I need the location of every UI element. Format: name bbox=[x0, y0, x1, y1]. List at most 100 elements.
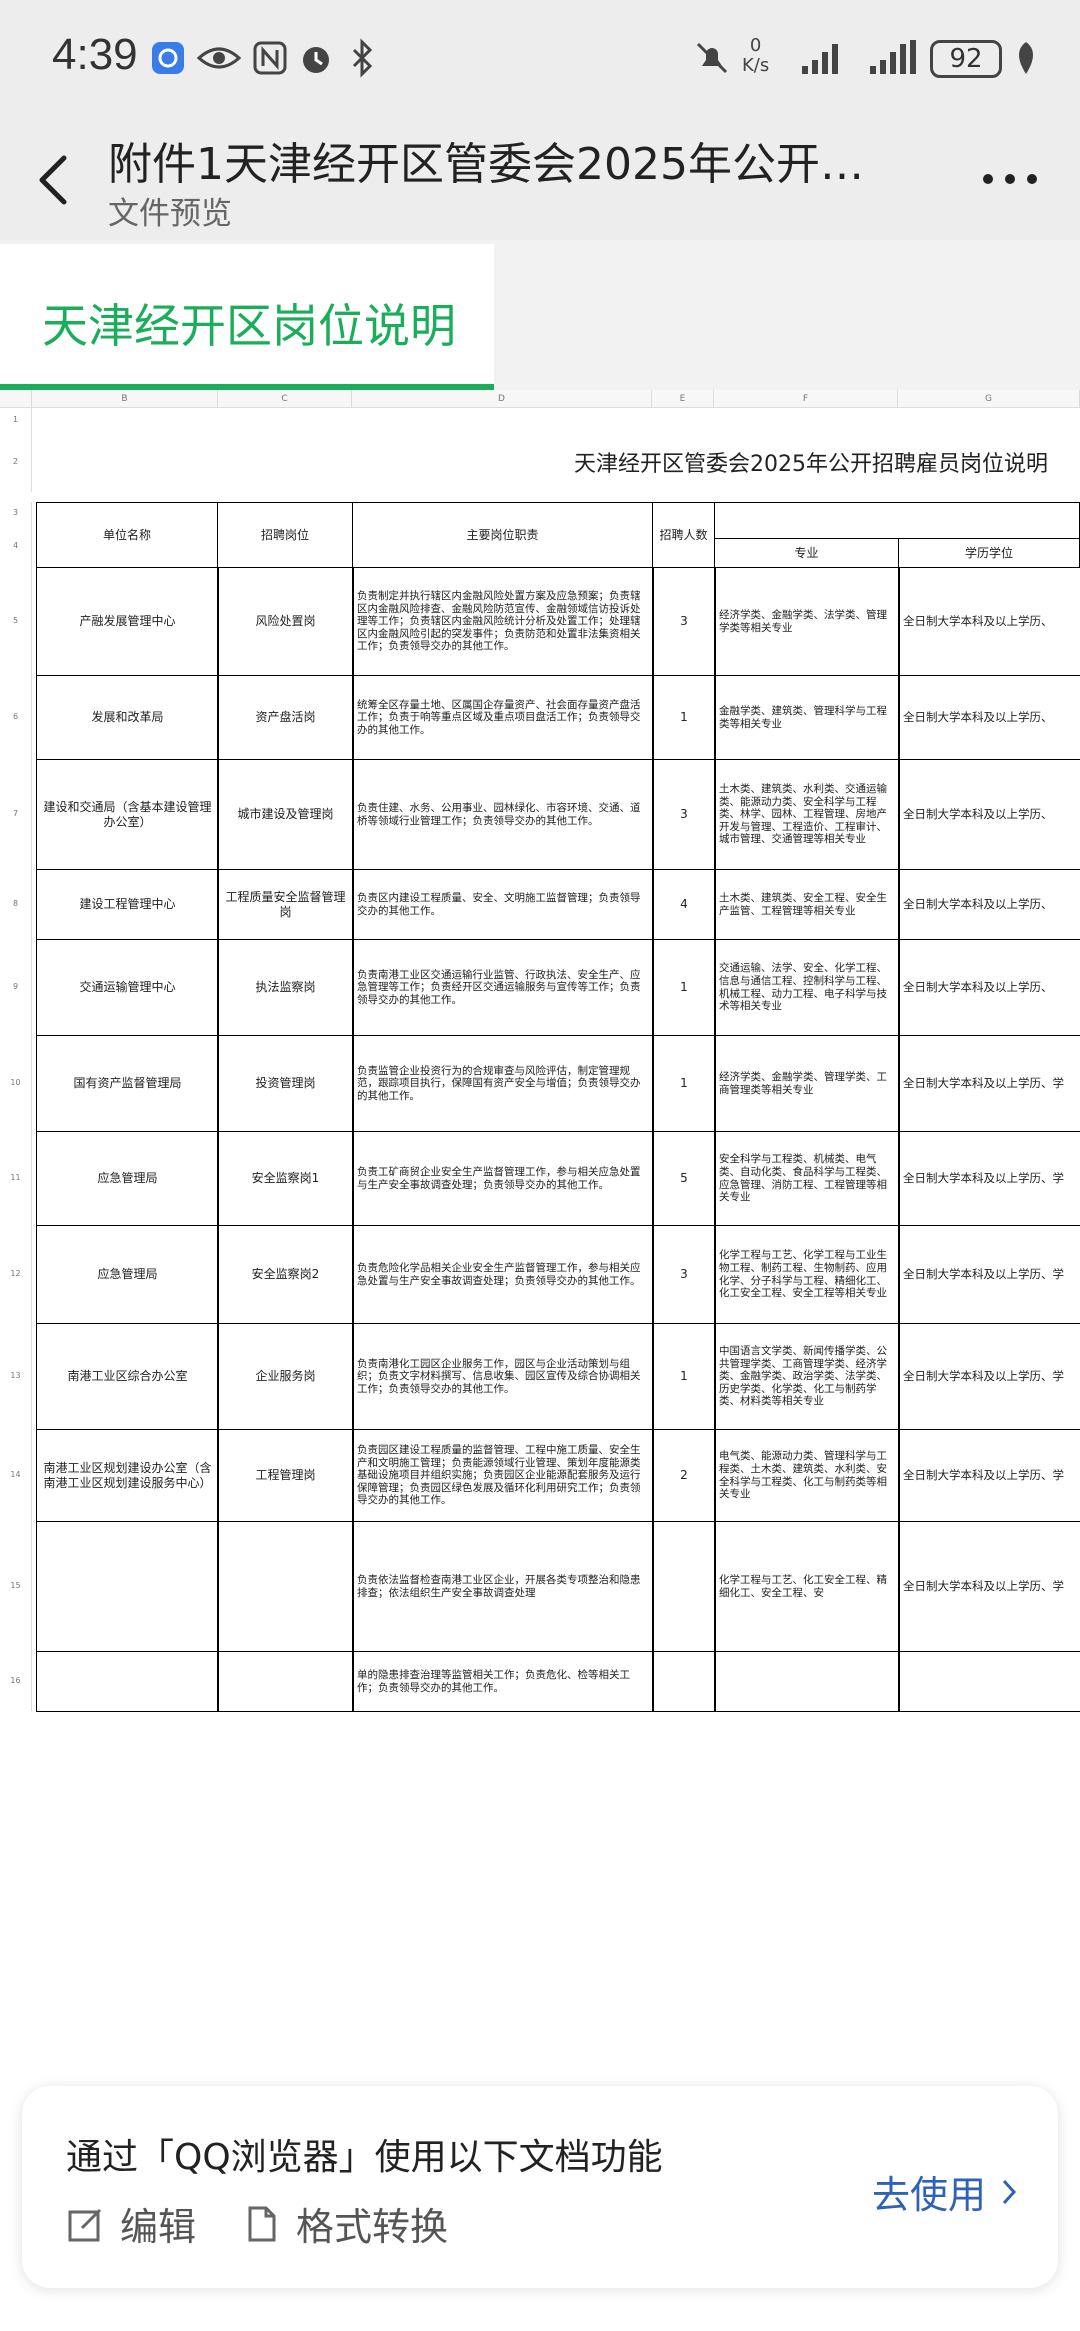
cell-unit[interactable]: 产融发展管理中心 bbox=[36, 567, 219, 676]
more-options-icon[interactable] bbox=[980, 172, 1040, 186]
cell-count[interactable] bbox=[652, 1521, 716, 1652]
alarm-icon bbox=[303, 47, 329, 73]
cell-duties[interactable]: 负责南港工业区交通运输行业监管、行政执法、安全生产、应急管理等工作；负责经开区交… bbox=[352, 939, 654, 1036]
header-unit: 单位名称 bbox=[36, 502, 218, 568]
col-header-g: G bbox=[898, 390, 1080, 408]
cell-count[interactable]: 2 bbox=[652, 1429, 716, 1522]
cell-duties[interactable]: 负责危险化学品相关企业安全生产监督管理工作，参与相关应急处置与生产安全事故调查处… bbox=[352, 1225, 654, 1324]
cell-major[interactable]: 经济学类、金融学类、管理学类、工商管理类等相关专业 bbox=[714, 1035, 900, 1132]
cell-major[interactable]: 中国语言文学类、新闻传播学类、公共管理学类、工商管理学类、经济学类、金融学类、政… bbox=[714, 1323, 900, 1430]
cell-position[interactable] bbox=[217, 1651, 354, 1712]
cell-degree[interactable]: 全日制大学本科及以上学历、 bbox=[898, 675, 1080, 760]
row-number: 11 bbox=[0, 1131, 32, 1225]
cell-count[interactable]: 1 bbox=[652, 675, 716, 760]
cell-position[interactable]: 城市建设及管理岗 bbox=[217, 759, 354, 870]
col-header-d: D bbox=[352, 390, 652, 408]
cell-duties[interactable]: 负责南港化工园区企业服务工作，园区与企业活动策划与组织；负责文字材料撰写、信息收… bbox=[352, 1323, 654, 1430]
cell-count[interactable]: 5 bbox=[652, 1131, 716, 1226]
header-qualification-group bbox=[714, 502, 1080, 542]
cell-position[interactable]: 投资管理岗 bbox=[217, 1035, 354, 1132]
cell-count[interactable]: 1 bbox=[652, 1323, 716, 1430]
cell-degree[interactable]: 全日制大学本科及以上学历、 bbox=[898, 567, 1080, 676]
header-degree: 学历学位 bbox=[898, 538, 1080, 568]
cell-major[interactable] bbox=[714, 1651, 900, 1712]
cell-major[interactable]: 土木类、建筑类、水利类、交通运输类、能源动力类、安全科学与工程类、林学、园林、工… bbox=[714, 759, 900, 870]
cell-degree[interactable]: 全日制大学本科及以上学历、 bbox=[898, 939, 1080, 1036]
tab-sheet-label: 天津经开区岗位说明 bbox=[42, 299, 456, 353]
edit-button[interactable]: 编辑 bbox=[66, 2196, 196, 2251]
cell-duties[interactable]: 负责区内建设工程质量、安全、文明施工监督管理；负责领导交办的其他工作。 bbox=[352, 869, 654, 940]
cell-degree[interactable]: 全日制大学本科及以上学历、学 bbox=[898, 1323, 1080, 1430]
battery-indicator: 92 bbox=[930, 40, 1002, 78]
cell-unit[interactable] bbox=[36, 1521, 219, 1652]
header-count: 招聘人数 bbox=[652, 502, 715, 568]
cell-position[interactable]: 执法监察岗 bbox=[217, 939, 354, 1036]
go-use-button[interactable]: 去使用 bbox=[872, 2164, 1018, 2219]
qq-browser-banner[interactable]: 通过「QQ浏览器」使用以下文档功能 编辑 格式转换 去使用 bbox=[22, 2086, 1058, 2288]
cell-duties[interactable]: 统筹全区存量土地、区属国企存量资产、社会面存量资产盘活工作；负责于响等重点区域及… bbox=[352, 675, 654, 760]
cell-degree[interactable] bbox=[898, 1651, 1080, 1712]
cell-position[interactable]: 企业服务岗 bbox=[217, 1323, 354, 1430]
header-major: 专业 bbox=[714, 538, 899, 568]
format-convert-button[interactable]: 格式转换 bbox=[242, 2196, 448, 2251]
cell-degree[interactable]: 全日制大学本科及以上学历、学 bbox=[898, 1521, 1080, 1652]
tab-sheet[interactable]: 天津经开区岗位说明 bbox=[0, 244, 494, 390]
cell-unit[interactable]: 交通运输管理中心 bbox=[36, 939, 219, 1036]
cell-unit[interactable]: 南港工业区规划建设办公室（含南港工业区规划建设服务中心） bbox=[36, 1429, 219, 1522]
cell-position[interactable]: 风险处置岗 bbox=[217, 567, 354, 676]
cell-major[interactable]: 交通运输、法学、安全、化学工程、信息与通信工程、控制科学与工程、机械工程、动力工… bbox=[714, 939, 900, 1036]
cell-duties[interactable]: 负责监管企业投资行为的合规审查与风险评估，制定管理规范，跟踪项目执行，保障国有资… bbox=[352, 1035, 654, 1132]
back-arrow-icon[interactable] bbox=[30, 150, 80, 210]
cell-major[interactable]: 金融学类、建筑类、管理科学与工程类等相关专业 bbox=[714, 675, 900, 760]
cell-major[interactable]: 化学工程与工艺、化工安全工程、精细化工、安全工程、安 bbox=[714, 1521, 900, 1652]
edit-icon bbox=[68, 2208, 102, 2241]
cell-unit[interactable]: 建设和交通局（含基本建设管理办公室） bbox=[36, 759, 219, 870]
row-number: 16 bbox=[0, 1651, 32, 1711]
cell-count[interactable]: 1 bbox=[652, 939, 716, 1036]
cell-degree[interactable]: 全日制大学本科及以上学历、学 bbox=[898, 1035, 1080, 1132]
cell-degree[interactable]: 全日制大学本科及以上学历、学 bbox=[898, 1131, 1080, 1226]
page-title: 附件1天津经开区管委会2025年公开… bbox=[108, 139, 864, 190]
cell-position[interactable] bbox=[217, 1521, 354, 1652]
cell-duties[interactable]: 负责园区建设工程质量的监督管理、工程中施工质量、安全生产和文明施工管理；负责能源… bbox=[352, 1429, 654, 1522]
cell-major[interactable]: 土木类、建筑类、安全工程、安全生产监管、工程管理等相关专业 bbox=[714, 869, 900, 940]
net-speed: 0 K/s bbox=[742, 35, 770, 76]
cell-position[interactable]: 工程质量安全监督管理岗 bbox=[217, 869, 354, 940]
cell-count[interactable]: 3 bbox=[652, 567, 716, 676]
cell-duties[interactable]: 单的隐患排查治理等监管相关工作；负责危化、检等相关工作；负责领导交办的其他工作。 bbox=[352, 1651, 654, 1712]
cell-unit[interactable]: 发展和改革局 bbox=[36, 675, 219, 760]
cell-position[interactable]: 安全监察岗2 bbox=[217, 1225, 354, 1324]
cell-degree[interactable]: 全日制大学本科及以上学历、学 bbox=[898, 1429, 1080, 1522]
cell-unit[interactable]: 南港工业区综合办公室 bbox=[36, 1323, 219, 1430]
cell-count[interactable]: 3 bbox=[652, 1225, 716, 1324]
cell-count[interactable]: 3 bbox=[652, 759, 716, 870]
cell-unit[interactable] bbox=[36, 1651, 219, 1712]
cell-duties[interactable]: 负责依法监督检查南港工业区企业，开展各类专项整治和隐患排查；依法组织生产安全事故… bbox=[352, 1521, 654, 1652]
row-number: 9 bbox=[0, 939, 32, 1035]
cell-duties[interactable]: 负责制定并执行辖区内金融风险处置方案及应急预案；负责辖区内金融风险排查、金融风险… bbox=[352, 567, 654, 676]
row-number: 14 bbox=[0, 1429, 32, 1521]
cell-degree[interactable]: 全日制大学本科及以上学历、 bbox=[898, 759, 1080, 870]
cell-count[interactable] bbox=[652, 1651, 716, 1712]
row-number: 5 bbox=[0, 567, 32, 675]
cell-major[interactable]: 经济学类、金融学类、法学类、管理学类等相关专业 bbox=[714, 567, 900, 676]
row-number: 7 bbox=[0, 759, 32, 869]
cell-unit[interactable]: 建设工程管理中心 bbox=[36, 869, 219, 940]
cell-position[interactable]: 工程管理岗 bbox=[217, 1429, 354, 1522]
cell-unit[interactable]: 应急管理局 bbox=[36, 1225, 219, 1324]
cell-duties[interactable]: 负责工矿商贸企业安全生产监督管理工作，参与相关应急处置与生产安全事故调查处理；负… bbox=[352, 1131, 654, 1226]
cell-major[interactable]: 安全科学与工程类、机械类、电气类、自动化类、食品科学与工程类、应急管理、消防工程… bbox=[714, 1131, 900, 1226]
cell-position[interactable]: 安全监察岗1 bbox=[217, 1131, 354, 1226]
spreadsheet[interactable]: B C D E F G 1 2 3 4 天津经开区管委会2025年公开招聘雇员岗… bbox=[0, 390, 1080, 2331]
cell-degree[interactable]: 全日制大学本科及以上学历、学 bbox=[898, 1225, 1080, 1324]
cell-count[interactable]: 4 bbox=[652, 869, 716, 940]
cell-unit[interactable]: 国有资产监督管理局 bbox=[36, 1035, 219, 1132]
cell-major[interactable]: 化学工程与工艺、化学工程与工业生物工程、制药工程、生物制药、应用化学、分子科学与… bbox=[714, 1225, 900, 1324]
cell-count[interactable]: 1 bbox=[652, 1035, 716, 1132]
page-subtitle: 文件预览 bbox=[108, 196, 232, 232]
cell-position[interactable]: 资产盘活岗 bbox=[217, 675, 354, 760]
cell-duties[interactable]: 负责住建、水务、公用事业、园林绿化、市容环境、交通、道桥等领域行业管理工作；负责… bbox=[352, 759, 654, 870]
cell-major[interactable]: 电气类、能源动力类、管理科学与工程类、土木类、建筑类、水利类、安全科学与工程类、… bbox=[714, 1429, 900, 1522]
cell-degree[interactable]: 全日制大学本科及以上学历、 bbox=[898, 869, 1080, 940]
cell-unit[interactable]: 应急管理局 bbox=[36, 1131, 219, 1226]
